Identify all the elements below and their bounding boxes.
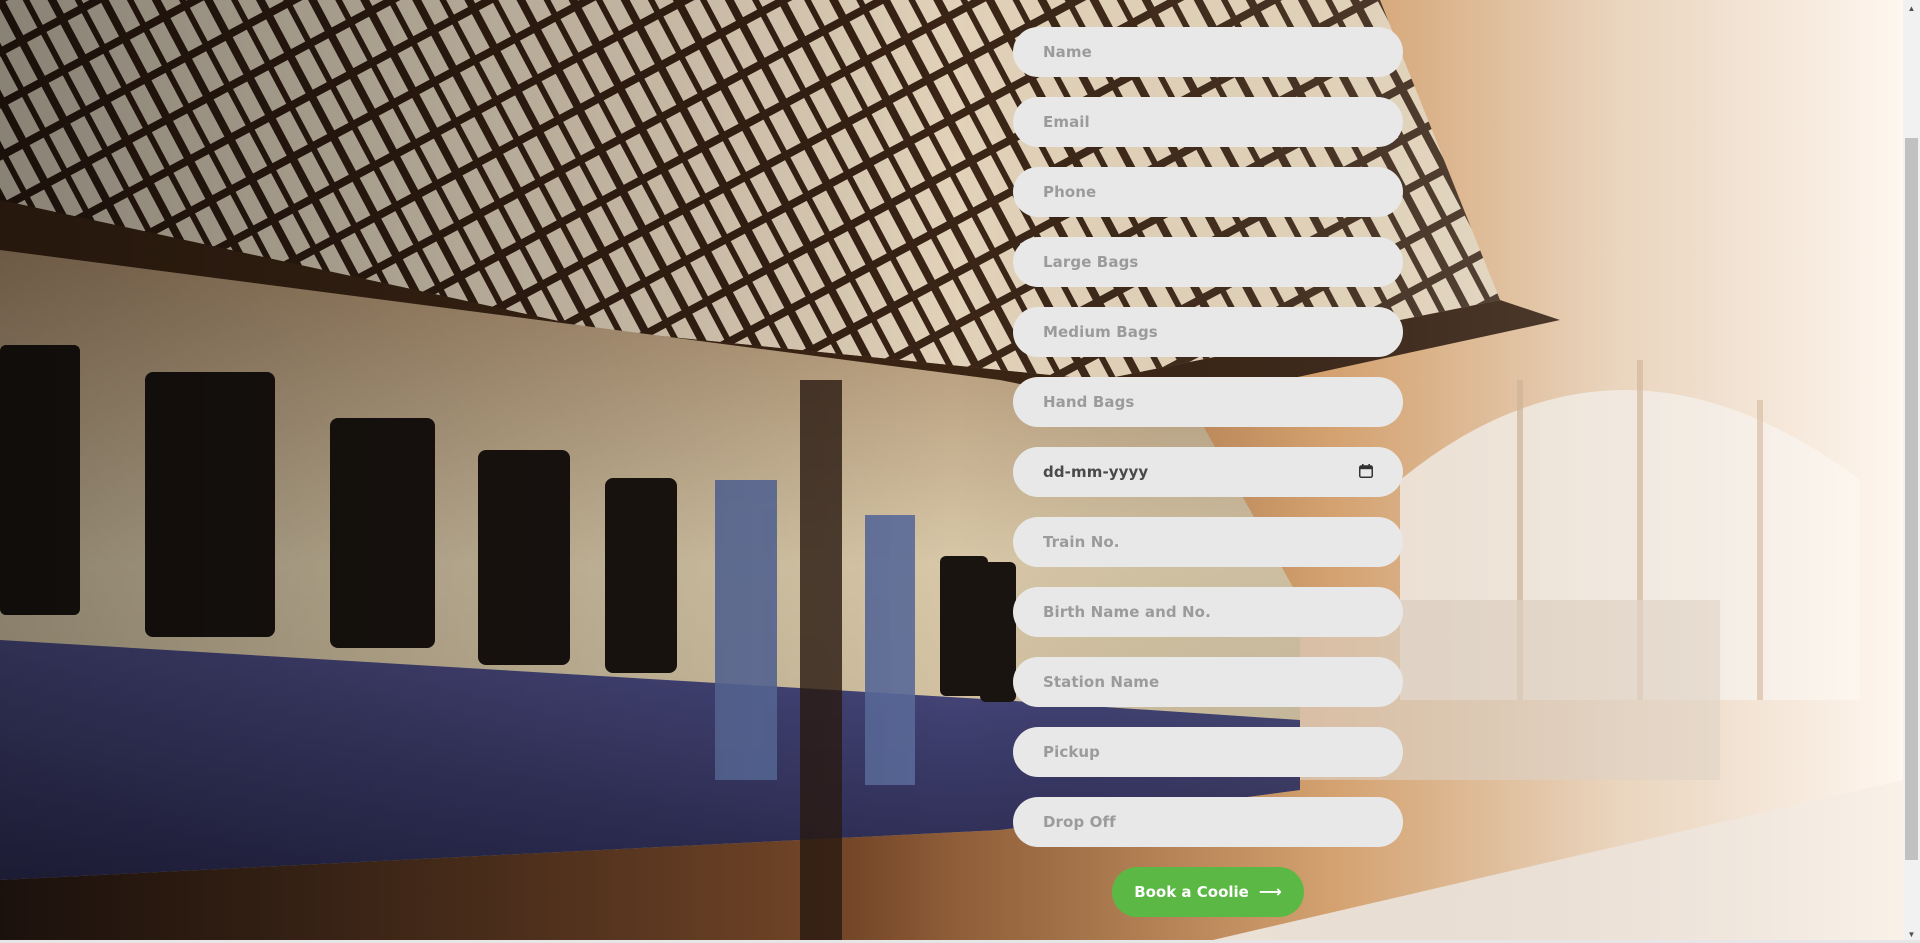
station-name-field[interactable]: Station Name bbox=[1013, 657, 1403, 707]
coolie-booking-form: Name Email Phone Large Bags Medium Bags … bbox=[1013, 27, 1403, 867]
background-train-station-image bbox=[0, 0, 1903, 943]
phone-placeholder: Phone bbox=[1043, 183, 1097, 201]
hand-bags-placeholder: Hand Bags bbox=[1043, 393, 1135, 411]
pickup-placeholder: Pickup bbox=[1043, 743, 1101, 761]
berth-name-field[interactable]: Birth Name and No. bbox=[1013, 587, 1403, 637]
calendar-icon[interactable] bbox=[1359, 464, 1373, 478]
arrow-right-icon: ⟶ bbox=[1258, 882, 1282, 901]
vertical-scrollbar[interactable]: ▲ ▼ bbox=[1903, 0, 1920, 943]
book-coolie-button[interactable]: Book a Coolie ⟶ bbox=[1112, 867, 1304, 917]
medium-bags-field[interactable]: Medium Bags bbox=[1013, 307, 1403, 357]
large-bags-field[interactable]: Large Bags bbox=[1013, 237, 1403, 287]
drop-off-field[interactable]: Drop Off bbox=[1013, 797, 1403, 847]
train-no-placeholder: Train No. bbox=[1043, 533, 1120, 551]
email-field[interactable]: Email bbox=[1013, 97, 1403, 147]
name-field[interactable]: Name bbox=[1013, 27, 1403, 77]
scroll-thumb[interactable] bbox=[1905, 138, 1918, 860]
drop-off-placeholder: Drop Off bbox=[1043, 813, 1116, 831]
date-placeholder: dd-mm-yyyy bbox=[1043, 463, 1149, 481]
medium-bags-placeholder: Medium Bags bbox=[1043, 323, 1158, 341]
large-bags-placeholder: Large Bags bbox=[1043, 253, 1139, 271]
name-placeholder: Name bbox=[1043, 43, 1092, 61]
scroll-up-arrow-icon[interactable]: ▲ bbox=[1903, 0, 1920, 17]
email-placeholder: Email bbox=[1043, 113, 1090, 131]
phone-field[interactable]: Phone bbox=[1013, 167, 1403, 217]
hand-bags-field[interactable]: Hand Bags bbox=[1013, 377, 1403, 427]
train-station-illustration bbox=[0, 0, 1903, 943]
train-no-field[interactable]: Train No. bbox=[1013, 517, 1403, 567]
station-name-placeholder: Station Name bbox=[1043, 673, 1160, 691]
date-field[interactable]: dd-mm-yyyy bbox=[1013, 447, 1403, 497]
pickup-field[interactable]: Pickup bbox=[1013, 727, 1403, 777]
book-coolie-label: Book a Coolie bbox=[1134, 883, 1249, 901]
berth-name-placeholder: Birth Name and No. bbox=[1043, 603, 1211, 621]
